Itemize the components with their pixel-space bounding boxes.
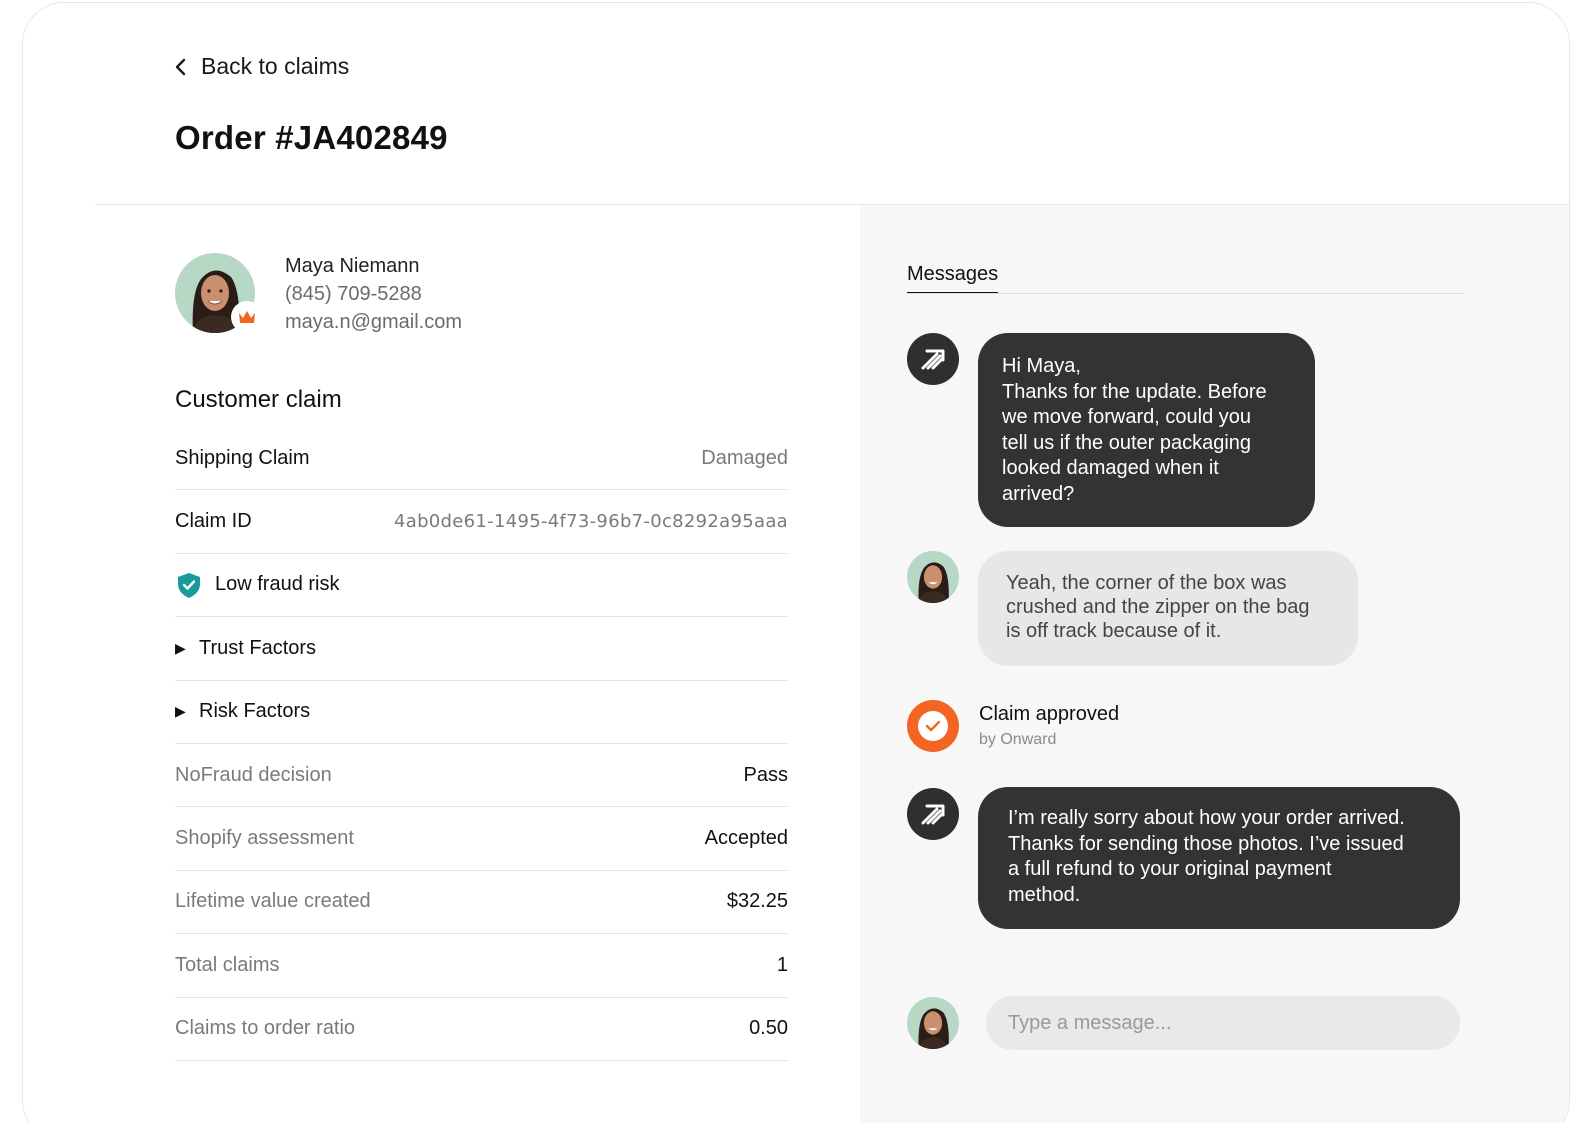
customer-name: Maya Niemann: [285, 255, 420, 277]
customer-avatar: [175, 253, 263, 333]
customer-photo: [907, 551, 959, 603]
message-text: Yeah, the corner of the box was crushed …: [1006, 572, 1310, 642]
crown-icon: [239, 311, 255, 323]
shipping-claim-label: Shipping Claim: [175, 446, 310, 469]
current-user-avatar: [907, 997, 959, 1049]
metric-label: Lifetime value created: [175, 890, 371, 913]
fraud-risk-row: Low fraud risk: [175, 554, 788, 618]
metric-row: Total claims 1: [175, 934, 788, 998]
message-bubble-agent: Hi Maya, Thanks for the update. Before w…: [978, 333, 1315, 527]
tab-messages[interactable]: Messages: [907, 263, 999, 294]
message-input[interactable]: [986, 996, 1460, 1050]
message-bubble-customer: Yeah, the corner of the box was crushed …: [978, 551, 1358, 666]
event-author: by Onward: [979, 731, 1057, 748]
claim-id-row: Claim ID 4ab0de61-1495-4f73-96b7-0c8292a…: [175, 490, 788, 554]
risk-factors-row[interactable]: ▶ Risk Factors: [175, 681, 788, 744]
chevron-left-icon: [175, 58, 186, 75]
metric-value: 1: [776, 953, 788, 976]
trust-factors-row[interactable]: ▶ Trust Factors: [175, 617, 788, 681]
customer-phone: (845) 709-5288: [285, 283, 422, 305]
triangle-right-icon: ▶: [175, 703, 186, 720]
customer-claim-heading: Customer claim: [175, 386, 342, 413]
risk-factors-label: Risk Factors: [199, 700, 311, 723]
shield-check-icon: [178, 572, 200, 598]
claim-id-label: Claim ID: [175, 510, 252, 533]
claim-approved-icon: [907, 700, 959, 752]
metric-value: $32.25: [726, 890, 788, 913]
metric-row: Lifetime value created $32.25: [175, 871, 788, 935]
customer-photo: [907, 997, 959, 1049]
metric-label: Total claims: [175, 953, 280, 976]
onward-logo-icon: [921, 349, 945, 370]
triangle-right-icon: ▶: [175, 639, 186, 656]
app-window: Back to claims Order #JA402849 Maya Niem…: [22, 2, 1570, 1123]
shipping-claim-value: Damaged: [701, 446, 788, 469]
metric-label: Shopify assessment: [175, 827, 354, 850]
metric-value: Pass: [743, 763, 788, 786]
message-text: Hi Maya, Thanks for the update. Before w…: [1002, 355, 1267, 505]
metric-value: 0.50: [749, 1017, 788, 1040]
message-text: I’m really sorry about how your order ar…: [1008, 807, 1405, 906]
metric-label: NoFraud decision: [175, 763, 332, 786]
customer-email: maya.n@gmail.com: [285, 311, 463, 333]
onward-logo-icon: [921, 804, 945, 825]
fraud-risk-label: Low fraud risk: [215, 573, 340, 596]
event-title: Claim approved: [979, 703, 1120, 725]
onward-avatar: [907, 333, 959, 385]
page-title: Order #JA402849: [175, 119, 448, 156]
check-icon: [925, 720, 941, 732]
metric-value: Accepted: [704, 827, 788, 850]
metric-row: Shopify assessment Accepted: [175, 807, 788, 871]
claim-details: Shipping Claim Damaged Claim ID 4ab0de61…: [175, 427, 788, 1061]
crown-badge: [231, 301, 263, 333]
metric-row: NoFraud decision Pass: [175, 744, 788, 808]
trust-factors-label: Trust Factors: [199, 636, 317, 659]
back-label: Back to claims: [201, 53, 350, 79]
risk-factors-toggle[interactable]: ▶ Risk Factors: [175, 700, 310, 723]
customer-avatar-small: [907, 551, 959, 603]
onward-avatar: [907, 788, 959, 840]
tab-divider: [907, 293, 1465, 294]
shipping-claim-row: Shipping Claim Damaged: [175, 427, 788, 491]
metric-row: Claims to order ratio 0.50: [175, 998, 788, 1061]
metric-label: Claims to order ratio: [175, 1017, 356, 1040]
claim-id-value: 4ab0de61-1495-4f73-96b7-0c8292a95aaa: [393, 511, 788, 533]
trust-factors-toggle[interactable]: ▶ Trust Factors: [175, 637, 316, 660]
back-to-claims-link[interactable]: Back to claims: [173, 53, 349, 80]
message-bubble-agent: I’m really sorry about how your order ar…: [978, 787, 1460, 929]
